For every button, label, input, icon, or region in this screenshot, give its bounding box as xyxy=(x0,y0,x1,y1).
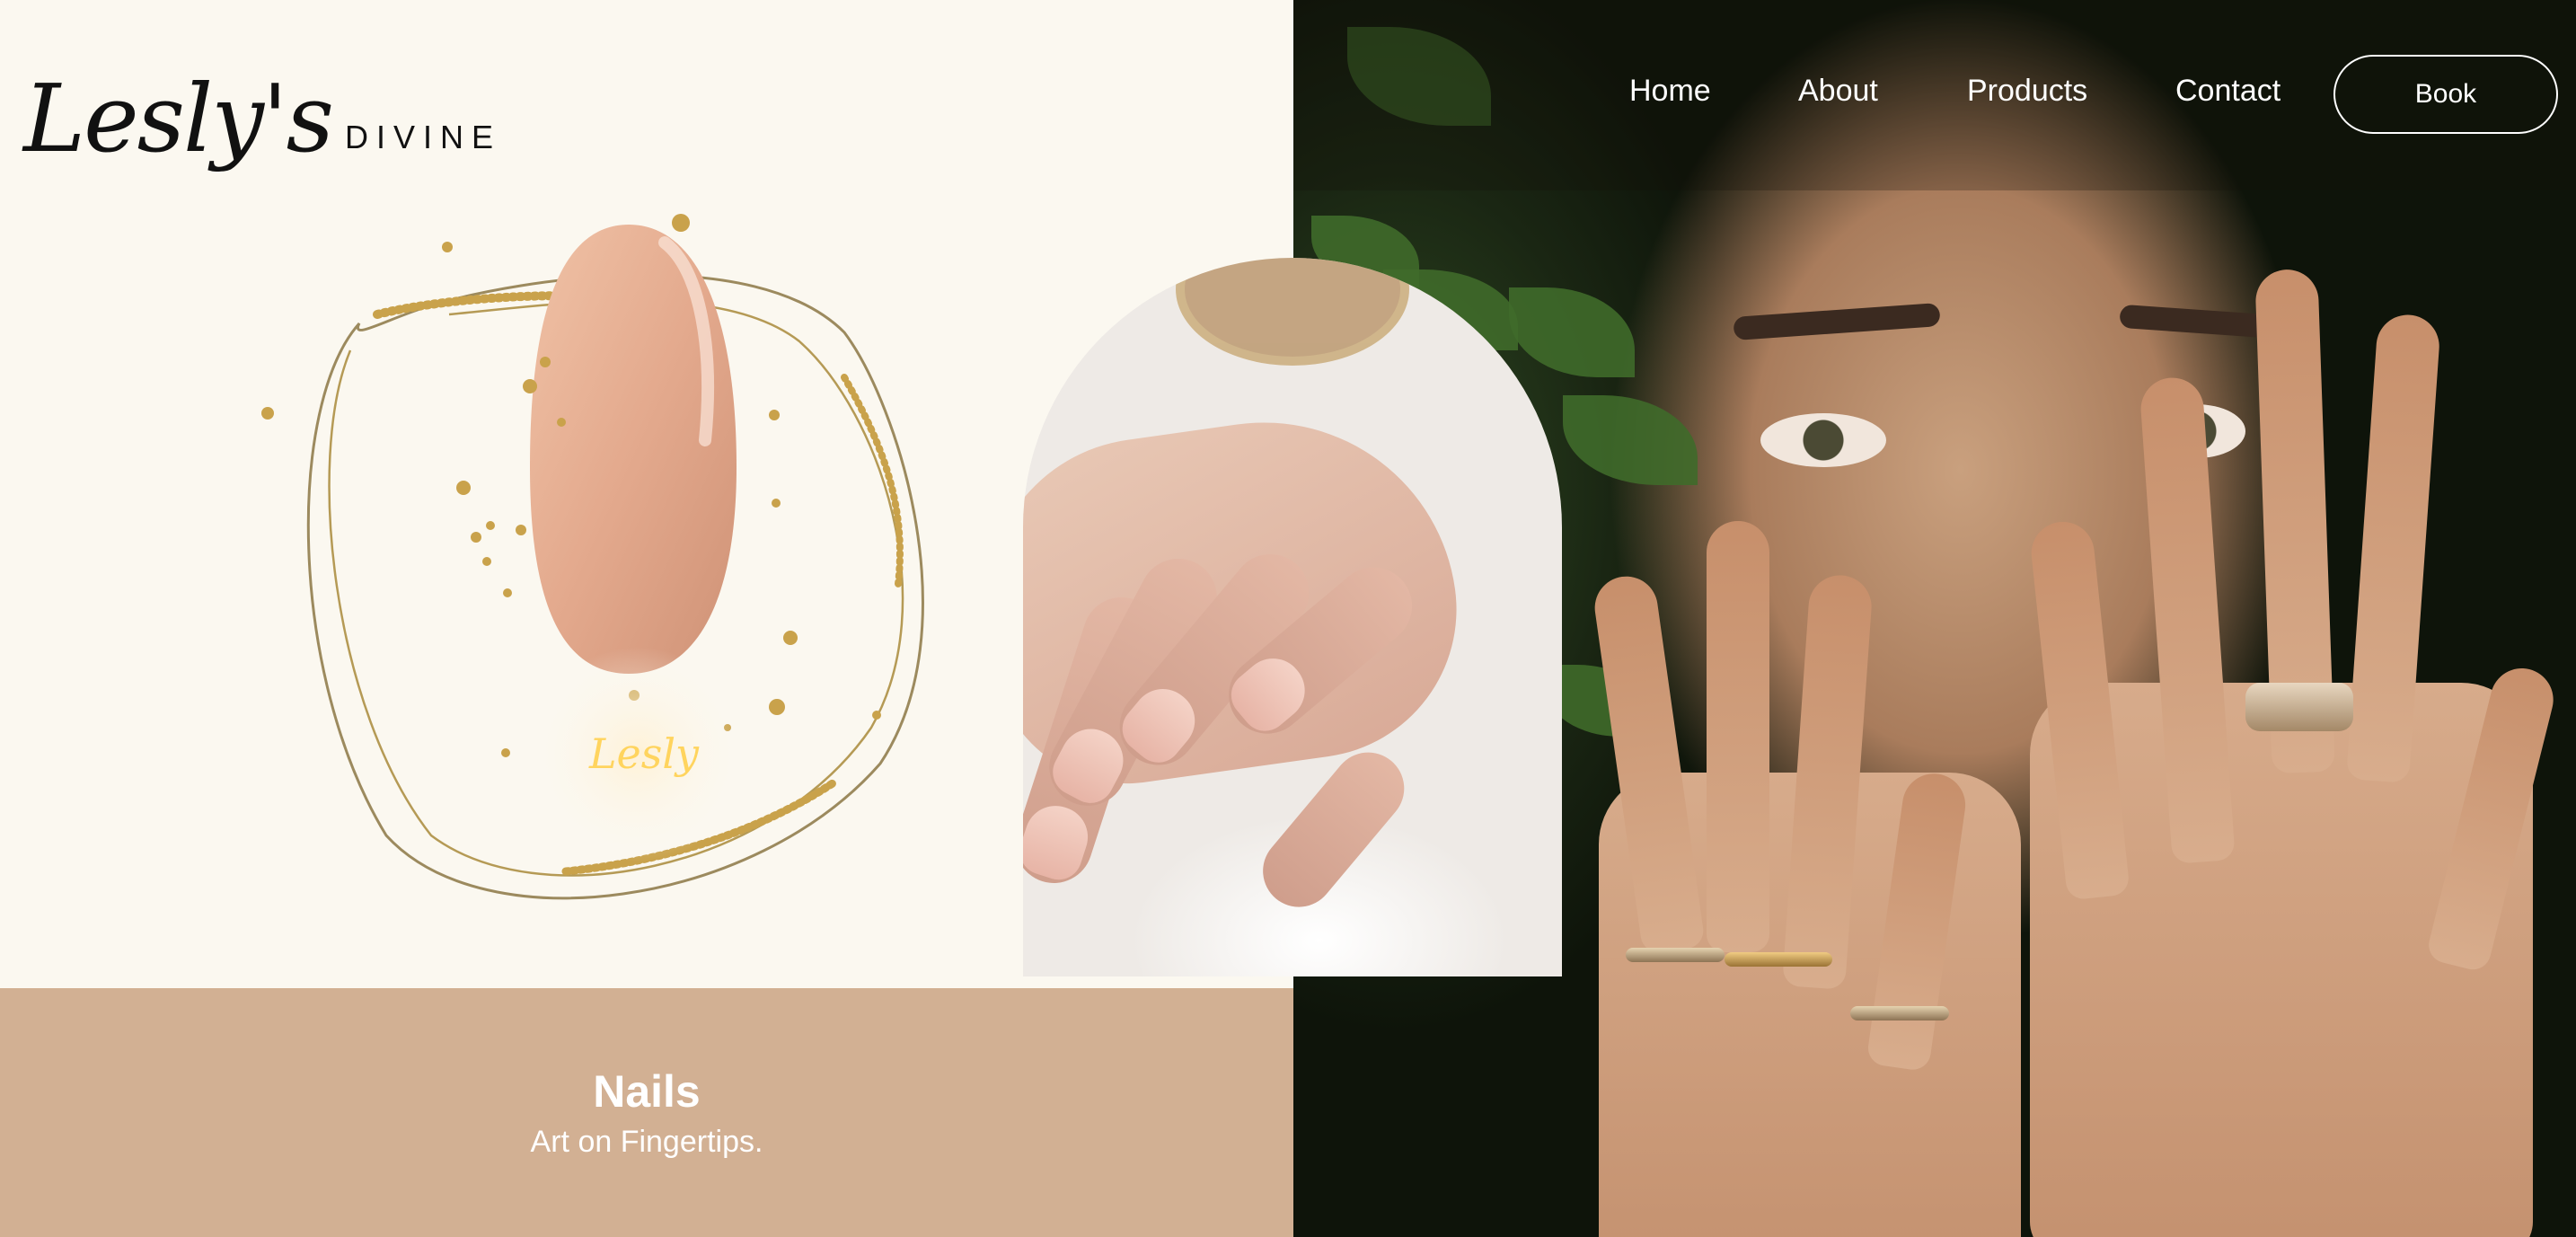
logo-word: DIVINE xyxy=(344,119,501,155)
hero-caption-panel: Nails Art on Fingertips. xyxy=(0,988,1293,1237)
leaf-decoration xyxy=(1563,395,1698,485)
site-header: Lesly's DIVINE Home About Products Conta… xyxy=(0,0,2576,190)
nav-home[interactable]: Home xyxy=(1629,74,1711,109)
nav-contact[interactable]: Contact xyxy=(2175,74,2280,109)
logo-script: Lesly's xyxy=(23,64,334,173)
ring xyxy=(1850,1006,1949,1021)
brand-logo[interactable]: Lesly's DIVINE xyxy=(23,40,501,165)
leaf-decoration xyxy=(1509,287,1635,377)
finger xyxy=(1707,521,1769,952)
eye xyxy=(1760,413,1886,467)
eyebrow xyxy=(1733,303,1941,340)
nail-signature: Lesly xyxy=(588,729,700,778)
hero-subtitle: Art on Fingertips. xyxy=(530,1125,763,1159)
nail-illustration: Lesly xyxy=(261,214,924,900)
ring xyxy=(1626,948,1725,962)
nav-about[interactable]: About xyxy=(1798,74,1878,109)
finger xyxy=(1248,738,1419,922)
nav-products[interactable]: Products xyxy=(1967,74,2087,109)
gold-dish xyxy=(1176,258,1409,366)
arch-photo xyxy=(1023,258,1562,976)
ring xyxy=(2245,683,2353,731)
nail xyxy=(1023,798,1096,886)
book-button[interactable]: Book xyxy=(2333,55,2558,134)
nail-shape xyxy=(530,225,737,674)
hero-title: Nails xyxy=(593,1066,701,1117)
ring xyxy=(1725,952,1832,967)
